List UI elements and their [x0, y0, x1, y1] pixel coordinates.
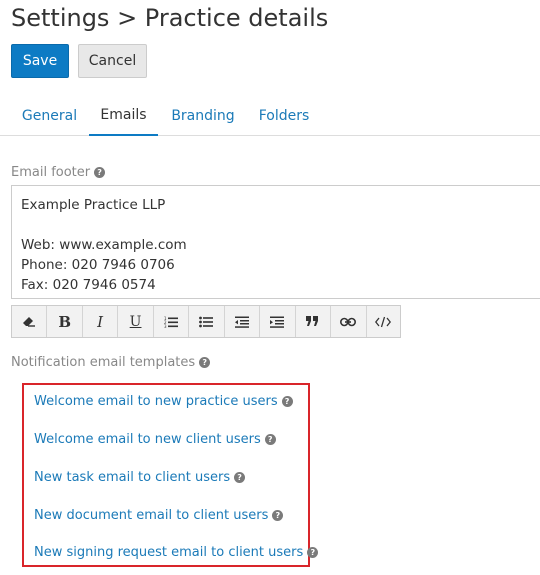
notification-templates-label-text: Notification email templates — [11, 355, 196, 370]
template-link-new-task[interactable]: New task email to client users ? — [34, 470, 246, 485]
tab-bar: General Emails Branding Folders — [0, 96, 540, 136]
help-icon[interactable]: ? — [264, 434, 276, 445]
help-icon[interactable]: ? — [199, 357, 211, 368]
template-link-label[interactable]: New document email to client users — [34, 508, 268, 523]
template-link-new-signing-request[interactable]: New signing request email to client user… — [34, 545, 319, 560]
tab-general[interactable]: General — [12, 96, 87, 136]
save-button[interactable]: Save — [11, 44, 69, 78]
help-icon[interactable]: ? — [307, 547, 319, 558]
page-title: Settings > Practice details — [11, 4, 329, 32]
outdent-icon[interactable] — [225, 306, 261, 337]
indent-icon[interactable] — [260, 306, 296, 337]
email-footer-editor[interactable]: Example Practice LLP Web: www.example.co… — [11, 185, 540, 299]
editor-line: Example Practice LLP — [21, 197, 166, 213]
template-link-new-document[interactable]: New document email to client users ? — [34, 508, 284, 523]
editor-line: Phone: 020 7946 0706 — [21, 257, 175, 273]
email-footer-label-text: Email footer — [11, 165, 91, 180]
email-footer-label: Email footer ? — [11, 165, 106, 180]
link-icon[interactable] — [331, 306, 367, 337]
help-icon[interactable]: ? — [272, 510, 284, 521]
code-icon[interactable] — [367, 306, 400, 337]
underline-icon[interactable]: U — [118, 306, 154, 337]
tab-emails[interactable]: Emails — [89, 96, 158, 136]
notification-templates-label: Notification email templates ? — [11, 355, 211, 370]
template-link-label[interactable]: Welcome email to new practice users — [34, 394, 278, 409]
template-link-label[interactable]: New task email to client users — [34, 470, 230, 485]
eraser-icon[interactable] — [12, 306, 48, 337]
tab-folders[interactable]: Folders — [248, 96, 320, 136]
ordered-list-icon[interactable]: 123 — [154, 306, 190, 337]
notification-templates-list: Welcome email to new practice users ? We… — [22, 383, 319, 567]
blockquote-icon[interactable] — [296, 306, 332, 337]
svg-text:3: 3 — [164, 324, 167, 328]
template-link-label[interactable]: New signing request email to client user… — [34, 545, 303, 560]
unordered-list-icon[interactable] — [189, 306, 225, 337]
editor-line: Fax: 020 7946 0574 — [21, 277, 156, 293]
editor-toolbar: B I U 123 — [11, 305, 401, 338]
template-link-welcome-practice-users[interactable]: Welcome email to new practice users ? — [34, 394, 293, 409]
help-icon[interactable]: ? — [94, 167, 106, 178]
italic-icon[interactable]: I — [83, 306, 119, 337]
cancel-button[interactable]: Cancel — [78, 44, 147, 78]
editor-line: Web: www.example.com — [21, 237, 187, 253]
tab-branding[interactable]: Branding — [162, 96, 244, 136]
help-icon[interactable]: ? — [281, 396, 293, 407]
help-icon[interactable]: ? — [234, 472, 246, 483]
template-link-label[interactable]: Welcome email to new client users — [34, 432, 261, 447]
template-link-welcome-client-users[interactable]: Welcome email to new client users ? — [34, 432, 276, 447]
bold-icon[interactable]: B — [47, 306, 83, 337]
